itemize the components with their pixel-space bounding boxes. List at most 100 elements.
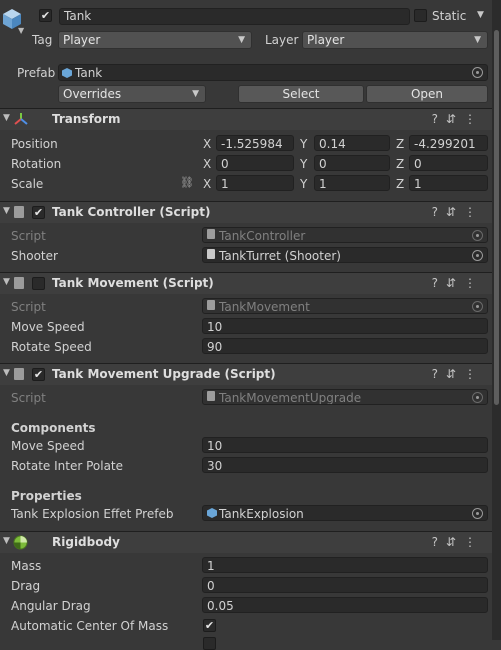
layer-label: Layer bbox=[265, 33, 299, 47]
tank-movement-upgrade-script-field: TankMovementUpgrade bbox=[202, 389, 488, 405]
mass-label: Mass bbox=[11, 559, 42, 573]
drag-label: Drag bbox=[11, 579, 41, 593]
scale-label: Scale bbox=[11, 177, 44, 191]
automatic-center-of-mass-checkbox[interactable]: ✔ bbox=[203, 619, 216, 632]
tag-dropdown[interactable]: Player ▼ bbox=[58, 31, 252, 49]
axis-y-label[interactable]: Y bbox=[300, 177, 307, 191]
fold-arrow-icon[interactable]: ▼ bbox=[3, 113, 10, 123]
object-picker-icon[interactable] bbox=[472, 67, 483, 78]
tank-movement-upgrade-header[interactable]: ▼ ✔ Tank Movement Upgrade (Script) ?⇵⋮ bbox=[0, 363, 492, 385]
properties-heading: Properties bbox=[11, 489, 82, 503]
open-button[interactable]: Open bbox=[366, 85, 488, 103]
layer-dropdown[interactable]: Player ▼ bbox=[302, 31, 488, 49]
fold-arrow-icon[interactable]: ▼ bbox=[3, 277, 10, 287]
component-header-icons[interactable]: ?⇵⋮ bbox=[432, 112, 484, 126]
rotate-inter-polate-label: Rotate Inter Polate bbox=[11, 459, 124, 473]
axis-x-label[interactable]: X bbox=[203, 137, 211, 151]
chevron-down-icon: ▼ bbox=[238, 35, 245, 45]
script-icon bbox=[14, 368, 24, 380]
scale-x-field[interactable]: 1 bbox=[216, 175, 294, 191]
component-header-icons[interactable]: ?⇵⋮ bbox=[432, 367, 484, 381]
scale-y-field[interactable]: 1 bbox=[314, 175, 390, 191]
move-speed-label: Move Speed bbox=[11, 320, 85, 334]
layer-value: Player bbox=[307, 33, 345, 47]
transform-header[interactable]: ▼ Transform ?⇵⋮ bbox=[0, 108, 492, 130]
tag-label: Tag bbox=[32, 33, 53, 47]
scrollbar-thumb[interactable] bbox=[494, 30, 499, 405]
axis-z-label[interactable]: Z bbox=[396, 177, 404, 191]
automatic-center-of-mass-label: Automatic Center Of Mass bbox=[11, 619, 169, 633]
tank-movement-enabled-checkbox[interactable] bbox=[32, 277, 45, 290]
axis-z-label[interactable]: Z bbox=[396, 137, 404, 151]
component-header-icons[interactable]: ?⇵⋮ bbox=[432, 205, 484, 219]
static-checkbox[interactable] bbox=[414, 9, 427, 22]
prefab-value: Tank bbox=[75, 66, 103, 80]
components-heading: Components bbox=[11, 421, 96, 435]
transform-title: Transform bbox=[52, 112, 121, 126]
fold-arrow-icon[interactable]: ▼ bbox=[3, 536, 10, 546]
static-label: Static bbox=[432, 9, 467, 23]
fold-arrow-icon[interactable]: ▼ bbox=[3, 368, 10, 378]
tank-explosion-value: TankExplosion bbox=[219, 507, 304, 521]
rotation-z-field[interactable]: 0 bbox=[409, 155, 488, 171]
overrides-dropdown[interactable]: Overrides ▼ bbox=[58, 85, 206, 103]
prefab-label: Prefab bbox=[17, 66, 56, 80]
component-header-icons[interactable]: ?⇵⋮ bbox=[432, 276, 484, 290]
upgrade-move-speed-label: Move Speed bbox=[11, 439, 85, 453]
axis-z-label[interactable]: Z bbox=[396, 157, 404, 171]
select-button[interactable]: Select bbox=[238, 85, 364, 103]
axis-y-label[interactable]: Y bbox=[300, 157, 307, 171]
next-row-checkbox[interactable] bbox=[203, 637, 216, 650]
shooter-value: TankTurret (Shooter) bbox=[219, 249, 341, 263]
script-value: TankMovement bbox=[219, 300, 310, 314]
object-picker-icon bbox=[472, 301, 483, 312]
constrain-proportions-icon[interactable]: ⛓ bbox=[180, 176, 194, 189]
scale-z-field[interactable]: 1 bbox=[409, 175, 488, 191]
active-checkbox[interactable]: ✔ bbox=[39, 9, 52, 22]
object-picker-icon[interactable] bbox=[472, 508, 483, 519]
component-header-icons[interactable]: ?⇵⋮ bbox=[432, 535, 484, 549]
angular-drag-field[interactable]: 0.05 bbox=[202, 597, 488, 613]
script-file-icon bbox=[207, 229, 215, 239]
upgrade-move-speed-field[interactable]: 10 bbox=[202, 437, 488, 453]
icon-dropdown-arrow-icon[interactable]: ▼ bbox=[18, 26, 24, 35]
object-picker-icon[interactable] bbox=[472, 250, 483, 261]
angular-drag-label: Angular Drag bbox=[11, 599, 91, 613]
script-label: Script bbox=[11, 300, 46, 314]
rigidbody-header[interactable]: ▼ Rigidbody ?⇵⋮ bbox=[0, 531, 492, 553]
rotate-inter-polate-field[interactable]: 30 bbox=[202, 457, 488, 473]
tank-explosion-label: Tank Explosion Effet Prefeb bbox=[11, 507, 174, 521]
axis-y-label[interactable]: Y bbox=[300, 137, 307, 151]
object-name-input[interactable]: Tank bbox=[59, 8, 410, 25]
tank-controller-enabled-checkbox[interactable]: ✔ bbox=[32, 206, 45, 219]
tank-movement-upgrade-enabled-checkbox[interactable]: ✔ bbox=[32, 368, 45, 381]
axis-x-label[interactable]: X bbox=[203, 157, 211, 171]
position-y-field[interactable]: 0.14 bbox=[314, 135, 390, 151]
rigidbody-icon bbox=[13, 535, 28, 553]
fold-arrow-icon[interactable]: ▼ bbox=[3, 206, 10, 216]
rotation-x-field[interactable]: 0 bbox=[216, 155, 294, 171]
tank-explosion-field[interactable]: TankExplosion bbox=[202, 505, 488, 521]
mass-field[interactable]: 1 bbox=[202, 557, 488, 573]
prefab-asset-field[interactable]: Tank bbox=[58, 64, 488, 81]
script-file-icon bbox=[207, 391, 215, 401]
rotation-y-field[interactable]: 0 bbox=[314, 155, 390, 171]
tank-controller-header[interactable]: ▼ ✔ Tank Controller (Script) ?⇵⋮ bbox=[0, 201, 492, 223]
tank-movement-header[interactable]: ▼ Tank Movement (Script) ?⇵⋮ bbox=[0, 272, 492, 294]
script-file-icon bbox=[207, 249, 215, 259]
script-icon bbox=[14, 277, 24, 289]
static-dropdown-arrow-icon[interactable]: ▼ bbox=[477, 10, 484, 20]
chevron-down-icon: ▼ bbox=[192, 89, 199, 99]
script-value: TankController bbox=[219, 229, 306, 243]
script-label: Script bbox=[11, 391, 46, 405]
rotate-speed-field[interactable]: 90 bbox=[202, 338, 488, 354]
position-x-field[interactable]: -1.525984 bbox=[216, 135, 294, 151]
move-speed-field[interactable]: 10 bbox=[202, 318, 488, 334]
rotate-speed-label: Rotate Speed bbox=[11, 340, 92, 354]
rotation-label: Rotation bbox=[11, 157, 62, 171]
axis-x-label[interactable]: X bbox=[203, 177, 211, 191]
shooter-field[interactable]: TankTurret (Shooter) bbox=[202, 247, 488, 263]
position-z-field[interactable]: -4.299201 bbox=[409, 135, 488, 151]
tank-movement-script-field: TankMovement bbox=[202, 298, 488, 314]
drag-field[interactable]: 0 bbox=[202, 577, 488, 593]
